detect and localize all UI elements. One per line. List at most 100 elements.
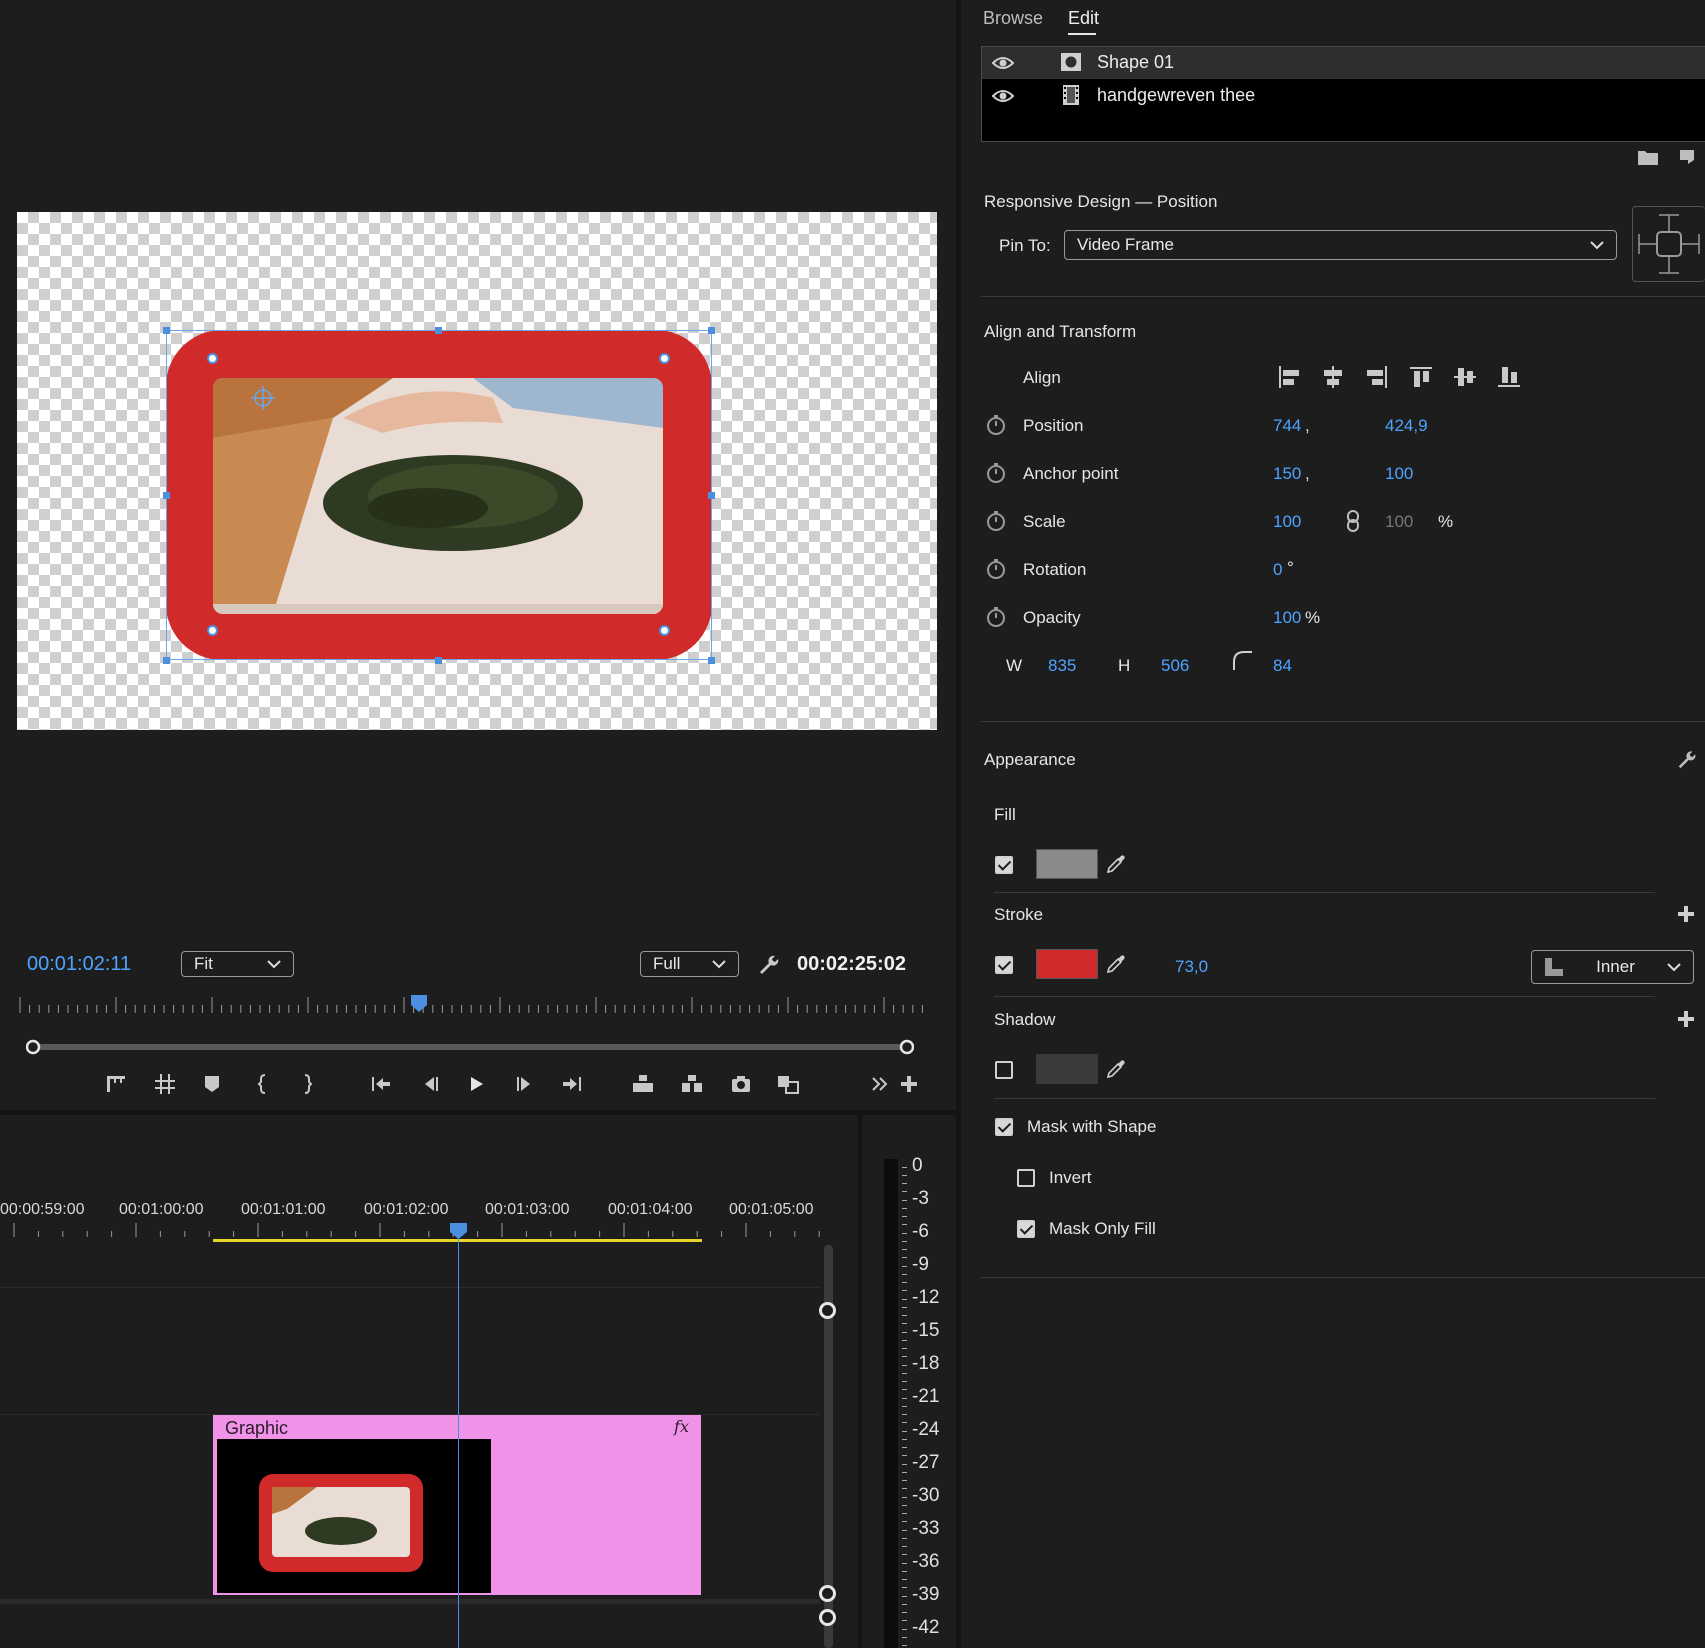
current-timecode[interactable]: 00:01:02:11 [27,953,131,976]
stopwatch-icon[interactable] [985,606,1007,628]
resize-handle-bottom-right[interactable] [708,657,715,664]
go-to-in-button[interactable] [370,1073,392,1095]
zoom-bar-handle-top[interactable] [819,1302,836,1319]
zoom-bar-handle-bottom[interactable] [819,1585,836,1602]
stopwatch-icon[interactable] [985,462,1007,484]
eyedropper-icon[interactable] [1105,853,1127,875]
more-buttons-button[interactable] [869,1073,891,1095]
align-vertical-center-icon[interactable] [1452,364,1478,390]
corner-radius-handle-bottom-right[interactable] [659,625,670,636]
graphic-clip[interactable]: Graphic fx [213,1415,701,1595]
width-value[interactable]: 835 [1048,656,1076,676]
step-back-button[interactable] [420,1073,442,1095]
invert-checkbox[interactable] [1017,1169,1035,1187]
add-marker-settings-button[interactable] [105,1073,127,1095]
eye-icon[interactable] [992,54,1014,72]
stroke-color-swatch[interactable] [1036,949,1098,979]
export-frame-button[interactable] [730,1073,752,1095]
new-layer-icon[interactable] [1678,148,1698,166]
height-value[interactable]: 506 [1161,656,1189,676]
db-tick [902,1381,907,1382]
resize-handle-right[interactable] [708,492,715,499]
align-bottom-icon[interactable] [1496,364,1522,390]
anchor-point-icon[interactable] [251,386,275,410]
layer-row-video[interactable]: handgewreven thee [982,80,1705,112]
eyedropper-icon[interactable] [1105,953,1127,975]
extract-button[interactable] [681,1073,703,1095]
pin-edges-widget[interactable] [1632,206,1705,282]
pin-to-select[interactable]: Video Frame [1064,230,1617,260]
eyedropper-icon[interactable] [1105,1058,1127,1080]
align-horizontal-center-icon[interactable] [1320,364,1346,390]
corner-radius-handle-top-right[interactable] [659,353,670,364]
corner-radius-handle-bottom-left[interactable] [207,625,218,636]
anchor-y-value[interactable]: 100 [1385,464,1413,484]
add-shadow-plus-icon[interactable] [1677,1010,1695,1028]
db-tick [902,1257,907,1258]
safe-margins-button[interactable] [154,1073,176,1095]
step-forward-button[interactable] [513,1073,535,1095]
layer-row-shape-01[interactable]: Shape 01 [982,47,1705,79]
fx-badge[interactable]: fx [674,1417,689,1436]
button-editor-button[interactable] [898,1073,920,1095]
tab-edit[interactable]: Edit [1068,8,1099,29]
timeline-playhead-line[interactable] [458,1225,459,1648]
resize-handle-top[interactable] [435,327,442,334]
timeline-playhead[interactable] [450,1223,467,1240]
opacity-value[interactable]: 100 [1273,608,1301,628]
resolution-select[interactable]: Full [640,951,739,977]
stroke-checkbox[interactable] [995,956,1013,974]
go-to-out-button[interactable] [561,1073,583,1095]
corner-radius-value[interactable]: 84 [1273,656,1292,676]
eye-icon[interactable] [992,87,1014,105]
resize-handle-top-right[interactable] [708,327,715,334]
scroll-handle[interactable] [819,1609,836,1626]
mask-with-shape-checkbox[interactable] [995,1118,1013,1136]
wrench-icon[interactable] [1675,748,1697,770]
wrench-settings-icon[interactable] [756,952,780,976]
monitor-time-ruler[interactable] [18,995,930,1017]
resize-handle-bottom[interactable] [435,657,442,664]
stroke-type-select[interactable]: Inner [1531,950,1694,984]
new-group-folder-icon[interactable] [1637,148,1659,166]
scale-value[interactable]: 100 [1273,512,1301,532]
mark-in-button[interactable] [252,1073,274,1095]
video-canvas[interactable] [17,212,937,730]
monitor-zoom-scrollbar[interactable] [26,1039,914,1055]
zoom-level-select[interactable]: Fit [181,951,294,977]
comparison-view-button[interactable] [777,1073,799,1095]
resize-handle-bottom-left[interactable] [163,657,170,664]
rotation-label: Rotation [1023,560,1087,579]
stopwatch-icon[interactable] [985,414,1007,436]
tab-browse[interactable]: Browse [983,8,1043,29]
db-tick [902,1167,907,1168]
shadow-color-swatch[interactable] [1036,1054,1098,1084]
stopwatch-icon[interactable] [985,558,1007,580]
position-y-value[interactable]: 424,9 [1385,416,1428,436]
anchor-x-value[interactable]: 150 [1273,464,1301,484]
align-left-icon[interactable] [1276,364,1302,390]
mask-only-fill-checkbox[interactable] [1017,1220,1035,1238]
db-tick [902,1332,907,1333]
lift-button[interactable] [632,1073,654,1095]
align-top-icon[interactable] [1408,364,1434,390]
mark-out-button[interactable] [296,1073,318,1095]
add-marker-button[interactable] [201,1073,223,1095]
fill-checkbox[interactable] [995,856,1013,874]
db-tick [902,1480,907,1481]
resize-handle-top-left[interactable] [163,327,170,334]
stopwatch-icon[interactable] [985,510,1007,532]
position-x-value[interactable]: 744 [1273,416,1301,436]
rotation-value[interactable]: 0 [1273,560,1282,580]
add-stroke-plus-icon[interactable] [1677,905,1695,923]
section-divider [994,892,1655,893]
align-right-icon[interactable] [1364,364,1390,390]
corner-radius-handle-top-left[interactable] [207,353,218,364]
link-scale-icon[interactable] [1346,510,1360,532]
play-button[interactable] [465,1073,487,1095]
fill-color-swatch[interactable] [1036,849,1098,879]
stroke-width-value[interactable]: 73,0 [1175,957,1208,977]
resize-handle-left[interactable] [163,492,170,499]
shadow-checkbox[interactable] [995,1061,1013,1079]
layers-list[interactable]: Shape 01 handgewreven thee [981,46,1705,142]
